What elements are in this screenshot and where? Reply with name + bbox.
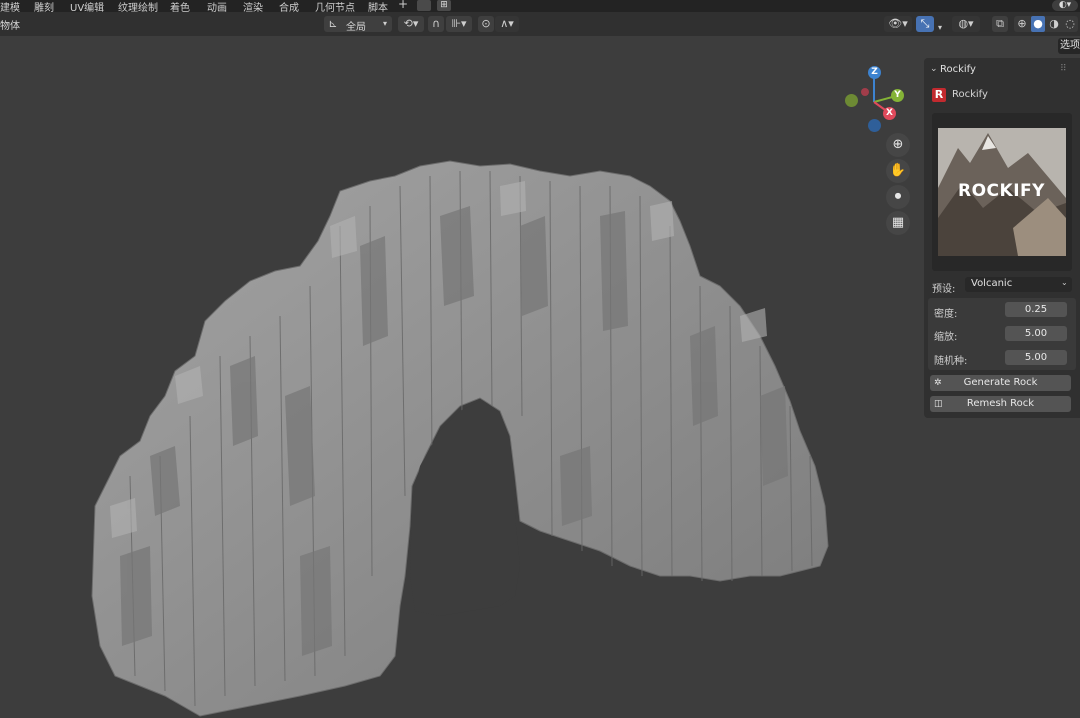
chevron-down-icon: ▾ xyxy=(382,19,387,28)
overlays-select[interactable]: ◍▾ xyxy=(952,16,980,32)
preset-value: Volcanic xyxy=(971,278,1013,289)
eye-icon: 👁▾ xyxy=(888,17,908,30)
material-shading-icon[interactable]: ◑ xyxy=(1047,16,1061,32)
transform-orientation-value: 全局 xyxy=(346,22,366,33)
folder-icon[interactable] xyxy=(417,0,431,11)
falloff-curve-icon: ∧▾ xyxy=(500,17,514,30)
proportional-edit-icon: ⊙ xyxy=(481,17,491,30)
gizmo-icon: ⤡ xyxy=(920,17,930,30)
xray-toggle[interactable]: ⧉ xyxy=(992,16,1008,32)
preset-select[interactable]: Volcanic ⌄ xyxy=(965,277,1072,292)
density-field[interactable]: 0.25 xyxy=(1005,302,1067,317)
viewport-header: 物体 ⊾ 全局 ▾ ⟲▾ ∩ ⊪▾ ⊙ ∧▾ 👁▾ ⤡ ▾ ◍▾ ⧉ ⊕ ● ◑… xyxy=(0,12,1080,36)
scene-icon[interactable]: ⊞ xyxy=(437,0,451,11)
pivot-icon: ⟲▾ xyxy=(403,17,419,30)
solid-shading-icon[interactable]: ● xyxy=(1031,16,1045,32)
sparkle-icon: ✲ xyxy=(934,378,942,388)
rendered-shading-icon[interactable]: ◌ xyxy=(1063,16,1077,32)
options-button[interactable]: 选项 xyxy=(1058,38,1080,54)
rock-arch-model xyxy=(91,160,829,717)
perspective-grid-icon[interactable]: ▦ xyxy=(886,211,910,235)
3d-viewport[interactable]: Z Y X ⊕ ✋ ⏺ ▦ xyxy=(0,36,1080,718)
object-menu[interactable]: 物体 xyxy=(0,17,20,32)
overlays-icon: ◍▾ xyxy=(958,17,974,30)
preset-thumbnail-frame[interactable]: ROCKIFY xyxy=(932,113,1072,271)
gizmo-neg-x-axis[interactable] xyxy=(861,88,869,96)
scale-label: 缩放: xyxy=(934,332,958,343)
camera-view-icon[interactable]: ⏺ xyxy=(886,185,910,209)
density-label: 密度: xyxy=(934,309,958,320)
gizmo-toggle[interactable]: ⤡ xyxy=(916,16,934,32)
panel-title[interactable]: Rockify xyxy=(940,64,976,75)
panel-collapse-chevron-icon[interactable]: ⌄ xyxy=(930,64,938,74)
snap-increment-icon: ⊪▾ xyxy=(451,17,467,30)
pivot-point-select[interactable]: ⟲▾ xyxy=(398,16,424,32)
transform-orientation-select[interactable]: ⊾ 全局 ▾ xyxy=(324,16,392,33)
addon-name-label: Rockify xyxy=(952,89,988,100)
magnet-icon: ∩ xyxy=(431,17,441,30)
panel-drag-handle-icon[interactable]: ⠿ xyxy=(1060,64,1067,74)
snap-target-select[interactable]: ⊪▾ xyxy=(446,16,472,32)
add-workspace-button[interactable]: + xyxy=(398,0,408,11)
preset-label: 预设: xyxy=(932,284,956,295)
gizmo-neg-y-axis[interactable] xyxy=(845,94,858,107)
remesh-rock-button[interactable]: ◫ Remesh Rock xyxy=(930,396,1071,412)
xray-icon: ⧉ xyxy=(996,17,1004,30)
pan-hand-icon[interactable]: ✋ xyxy=(886,159,910,183)
gizmo-y-axis[interactable]: Y xyxy=(891,89,904,102)
wireframe-shading-icon[interactable]: ⊕ xyxy=(1015,16,1029,32)
chevron-down-icon: ⌄ xyxy=(1061,278,1068,287)
thumbnail-brand-text: ROCKIFY xyxy=(958,181,1045,201)
zoom-icon[interactable]: ⊕ xyxy=(886,133,910,157)
parameters-box: 密度: 0.25 缩放: 5.00 随机种: 5.00 xyxy=(928,298,1076,370)
snap-toggle[interactable]: ∩ xyxy=(428,16,444,32)
visibility-select[interactable]: 👁▾ xyxy=(884,16,912,32)
workspace-tabs-bar: 建模 雕刻 UV编辑 纹理绘制 着色 动画 渲染 合成 几何节点 脚本 + ⊞ … xyxy=(0,0,1080,14)
scale-field[interactable]: 5.00 xyxy=(1005,326,1067,341)
generate-rock-label: Generate Rock xyxy=(963,377,1038,388)
gizmo-z-axis[interactable]: Z xyxy=(868,66,881,79)
rockify-panel: ⌄ Rockify ⠿ R Rockify ROCKIFY 预设: Volcan… xyxy=(924,58,1080,418)
generate-rock-button[interactable]: ✲ Generate Rock xyxy=(930,375,1071,391)
seed-field[interactable]: 5.00 xyxy=(1005,350,1067,365)
gizmo-dropdown-icon[interactable]: ▾ xyxy=(934,20,946,36)
proportional-edit-toggle[interactable]: ⊙ xyxy=(478,16,494,32)
rockify-logo-icon: R xyxy=(932,88,946,102)
view-layer-toggle-icon[interactable]: ◐▾ xyxy=(1052,0,1078,11)
seed-label: 随机种: xyxy=(934,356,968,367)
gizmo-neg-z-axis[interactable] xyxy=(868,119,881,132)
orientation-axis-icon: ⊾ xyxy=(328,17,338,30)
gizmo-x-axis[interactable]: X xyxy=(883,107,896,120)
remesh-icon: ◫ xyxy=(934,399,943,409)
navigation-gizmo[interactable]: Z Y X xyxy=(840,62,910,132)
shading-mode-group: ⊕ ● ◑ ◌ xyxy=(1014,16,1078,32)
falloff-select[interactable]: ∧▾ xyxy=(495,16,519,32)
remesh-rock-label: Remesh Rock xyxy=(966,398,1035,409)
